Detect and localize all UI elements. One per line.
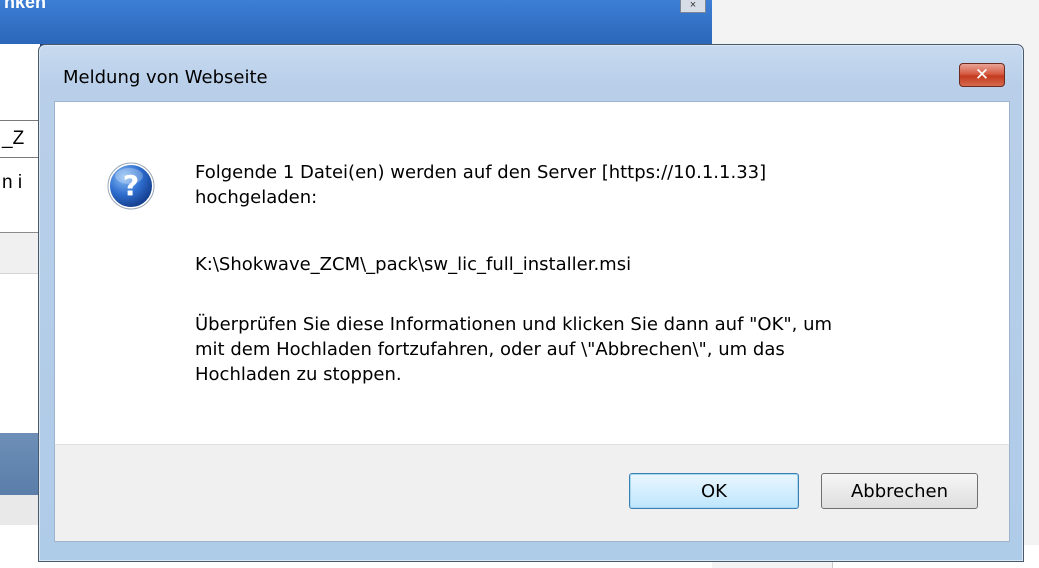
background-field-text: _Z [2, 128, 25, 149]
background-gray-row [0, 232, 40, 274]
background-window-title: nken [4, 0, 47, 12]
svg-text:?: ? [123, 169, 139, 202]
close-button[interactable]: ✕ [959, 63, 1005, 87]
instruction-text: Überprüfen Sie diese Informationen und k… [195, 314, 833, 385]
background-row-text: n i [2, 172, 23, 193]
background-close-icon[interactable]: × [680, 0, 706, 13]
ok-button[interactable]: OK [629, 473, 799, 509]
close-icon: ✕ [974, 64, 990, 85]
cancel-button[interactable]: Abbrechen [821, 473, 978, 509]
message-text: Folgende 1 Datei(en) werden auf den Serv… [195, 162, 767, 208]
dialog-title: Meldung von Webseite [63, 67, 268, 88]
question-icon: ? [107, 162, 155, 210]
background-window-titlebar: nken × [0, 0, 712, 46]
background-blue-row [0, 433, 40, 495]
message-dialog: Meldung von Webseite ✕ ? Folgende 1 Date… [38, 44, 1024, 562]
dialog-body: ? Folgende 1 Datei(en) werden auf den Se… [54, 101, 1010, 444]
background-input-field[interactable]: _Z [0, 120, 40, 158]
background-gray-row-2 [0, 495, 40, 525]
file-path-text: K:\Shokwave_ZCM\_pack\sw_lic_full_instal… [195, 254, 632, 275]
